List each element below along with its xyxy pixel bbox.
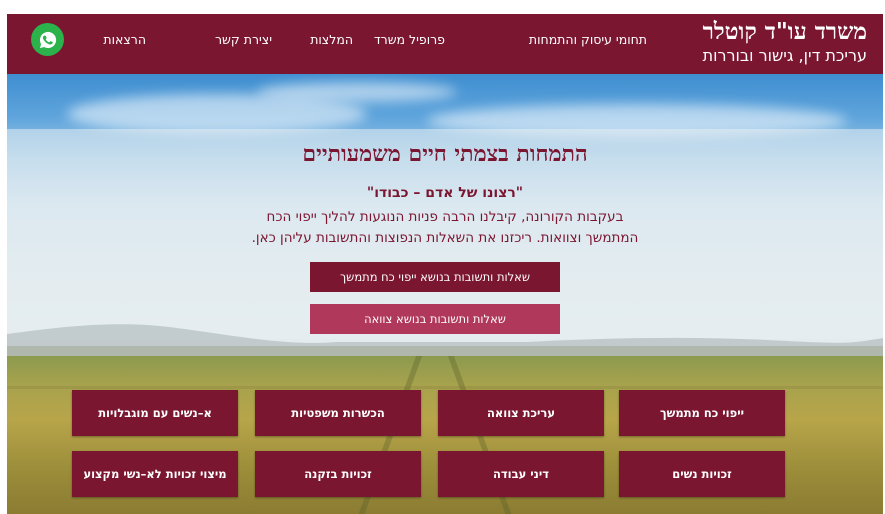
tile-rights-for-non-professionals[interactable]: מיצוי זכויות לא–נשי מקצוע xyxy=(72,451,238,497)
nav-item-practice-areas[interactable]: תחומי עיסוק והתמחות xyxy=(529,32,647,54)
nav-item-recommendations[interactable]: המלצות xyxy=(310,32,353,54)
tile-elderly-rights[interactable]: זכויות בזקנה xyxy=(255,451,421,497)
tile-womens-rights[interactable]: זכויות נשים xyxy=(619,451,785,497)
hero-paragraph-line-1: בעקבות הקורונה, קיבלנו הרבה פניות הנוגעו… xyxy=(266,209,624,225)
whatsapp-icon xyxy=(39,31,56,48)
nav-item-contact[interactable]: יצירת קשר xyxy=(215,32,272,54)
tile-legal-training[interactable]: הכשרות משפטיות xyxy=(255,390,421,436)
will-faq-button[interactable]: שאלות ותשובות בנושא צוואה xyxy=(310,304,560,334)
whatsapp-button[interactable] xyxy=(31,23,64,56)
hero-quote: "רצונו של אדם – כבודו" xyxy=(366,185,524,201)
nav-item-firm-profile[interactable]: פרופיל משרד xyxy=(374,32,445,54)
hero-paragraph-line-2: המתמשך וצוואות. ריכזנו את השאלות הנפוצות… xyxy=(251,230,639,246)
brand-title: משרד עו"ד קוטלר xyxy=(702,18,867,45)
tile-people-with-disabilities[interactable]: א–נשים עם מוגבלויות xyxy=(72,390,238,436)
brand-subtitle: עריכת דין, גישור ובוררות xyxy=(702,46,867,65)
tile-labor-law[interactable]: דיני עבודה xyxy=(438,451,604,497)
site-header: משרד עו"ד קוטלר עריכת דין, גישור ובוררות… xyxy=(7,14,883,74)
hero-title: התמחות בצמתי חיים משמעותיים xyxy=(302,141,588,167)
nav-item-lectures[interactable]: הרצאות xyxy=(103,32,146,54)
page: משרד עו"ד קוטלר עריכת דין, גישור ובוררות… xyxy=(7,14,883,514)
tile-will-drafting[interactable]: עריכת צוואה xyxy=(438,390,604,436)
brand-logo[interactable]: משרד עו"ד קוטלר עריכת דין, גישור ובוררות xyxy=(703,17,867,66)
tile-power-of-attorney[interactable]: ייפוי כח מתמשך xyxy=(619,390,785,436)
power-of-attorney-faq-button[interactable]: שאלות ותשובות בנושא ייפוי כח מתמשך xyxy=(310,262,560,292)
